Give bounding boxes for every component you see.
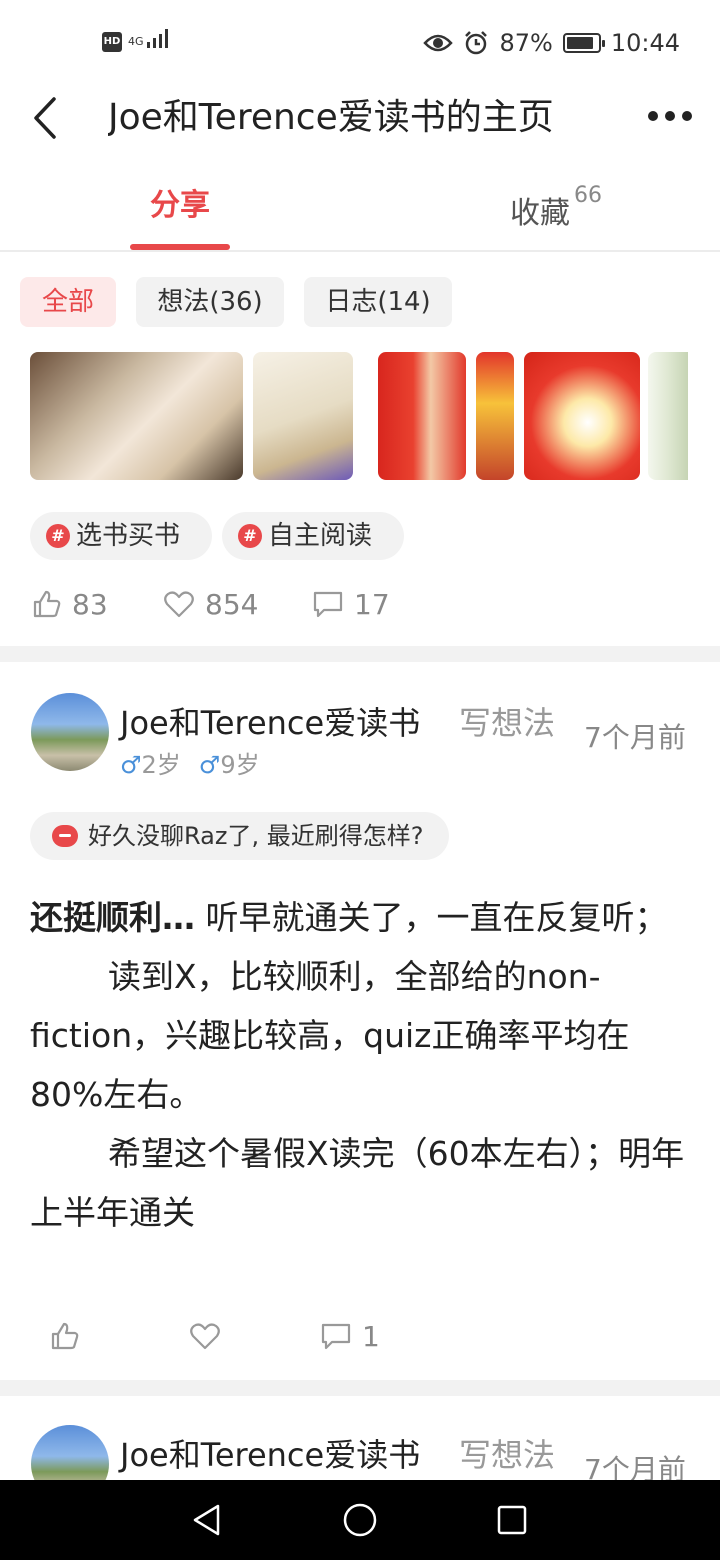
back-arrow-icon[interactable] <box>28 96 68 140</box>
nav-home-icon[interactable] <box>342 1502 378 1538</box>
post-image-book-spine[interactable] <box>476 352 514 480</box>
comment-button[interactable]: 1 <box>320 1316 380 1356</box>
avatar[interactable] <box>31 693 109 771</box>
comment-icon <box>313 591 343 618</box>
battery-percent: 87% <box>499 29 553 57</box>
post-type-label: 写想法 <box>459 1436 556 1474</box>
comment-count: 17 <box>354 587 390 621</box>
alarm-icon <box>465 31 488 55</box>
more-dots-icon[interactable] <box>648 104 692 128</box>
tab-share[interactable]: 分享 <box>150 186 210 226</box>
favorite-button[interactable]: 854 <box>163 584 258 624</box>
section-separator <box>0 1380 720 1396</box>
hd-icon: HD <box>102 32 122 52</box>
heart-icon <box>190 1323 220 1350</box>
favorite-count: 854 <box>205 587 259 621</box>
username[interactable]: Joe和Terence爱读书 <box>120 1430 420 1476</box>
post-image-book-boxset[interactable] <box>648 352 688 480</box>
topic-tag[interactable]: # 选书买书 <box>30 512 212 560</box>
hashtag-icon: # <box>46 524 70 548</box>
signal-icon: 4G <box>128 26 173 48</box>
post-image-child-reading[interactable] <box>30 352 243 480</box>
thumbs-up-icon <box>51 1322 79 1350</box>
comment-button[interactable]: 17 <box>312 584 390 624</box>
eye-icon <box>423 34 454 52</box>
topic-tag-label: 自主阅读 <box>268 521 373 551</box>
section-separator <box>0 646 720 662</box>
post-type-label: 写想法 <box>459 704 556 742</box>
tab-favorites[interactable]: 收藏66 <box>510 183 602 234</box>
post-body-line: 希望这个暑假X读完（60本左右）；明年上半年通关 <box>30 1134 685 1232</box>
nav-back-icon[interactable] <box>190 1502 224 1538</box>
male-icon: ♂ <box>120 751 142 779</box>
filter-journal[interactable]: 日志(14) <box>304 277 452 327</box>
prompt-text: 好久没聊Raz了, 最近刷得怎样? <box>88 822 424 850</box>
clock: 10:44 <box>610 29 680 57</box>
thumbs-up-icon <box>33 590 61 618</box>
topic-tag-label: 选书买书 <box>76 521 181 551</box>
post-image-book-goose[interactable] <box>253 352 353 480</box>
post-body-bold: 还挺顺利… <box>30 898 195 937</box>
post-body-line: 读到X，比较顺利，全部给的non-fiction，兴趣比较高，quiz正确率平均… <box>30 957 630 1114</box>
post-time: 7个月前 <box>584 721 686 754</box>
page-title: Joe和Terence爱读书的主页 <box>108 97 554 138</box>
divider <box>0 250 720 252</box>
male-icon: ♂ <box>198 751 221 779</box>
filter-thoughts[interactable]: 想法(36) <box>136 277 284 327</box>
comment-icon <box>321 1323 351 1350</box>
post-image-book-set[interactable] <box>524 352 640 480</box>
topic-tag[interactable]: # 自主阅读 <box>222 512 404 560</box>
hashtag-icon: # <box>238 524 262 548</box>
battery-icon <box>562 33 605 53</box>
favorite-button[interactable] <box>189 1316 221 1356</box>
like-count: 83 <box>72 587 108 621</box>
post-image-book-red[interactable] <box>378 352 466 480</box>
post-body[interactable]: 还挺顺利… 听早就通关了，一直在反复听； 读到X，比较顺利，全部给的non-fi… <box>30 888 690 1242</box>
system-nav-bar <box>0 1480 720 1560</box>
filter-all[interactable]: 全部 <box>20 277 116 327</box>
child-age: 2岁 <box>141 751 181 779</box>
status-bar: HD 4G 87% 10:44 <box>0 0 720 86</box>
favorites-count: 66 <box>574 183 602 208</box>
like-button[interactable]: 83 <box>32 584 108 624</box>
username[interactable]: Joe和Terence爱读书 <box>120 698 420 744</box>
child-age: 9岁 <box>220 751 260 779</box>
discussion-prompt[interactable]: 好久没聊Raz了, 最近刷得怎样? <box>30 812 450 860</box>
chat-bubble-icon <box>52 825 78 847</box>
like-button[interactable] <box>50 1316 80 1356</box>
battery-fill <box>566 37 593 49</box>
network-type: 4G <box>128 35 144 48</box>
tab-favorites-label: 收藏 <box>510 196 570 231</box>
comment-count: 1 <box>362 1319 380 1353</box>
heart-icon <box>164 591 194 618</box>
nav-recents-icon[interactable] <box>496 1504 528 1536</box>
children-ages: ♂2岁 ♂9岁 <box>120 745 278 780</box>
post-body-line: 听早就通关了，一直在反复听； <box>205 898 668 937</box>
